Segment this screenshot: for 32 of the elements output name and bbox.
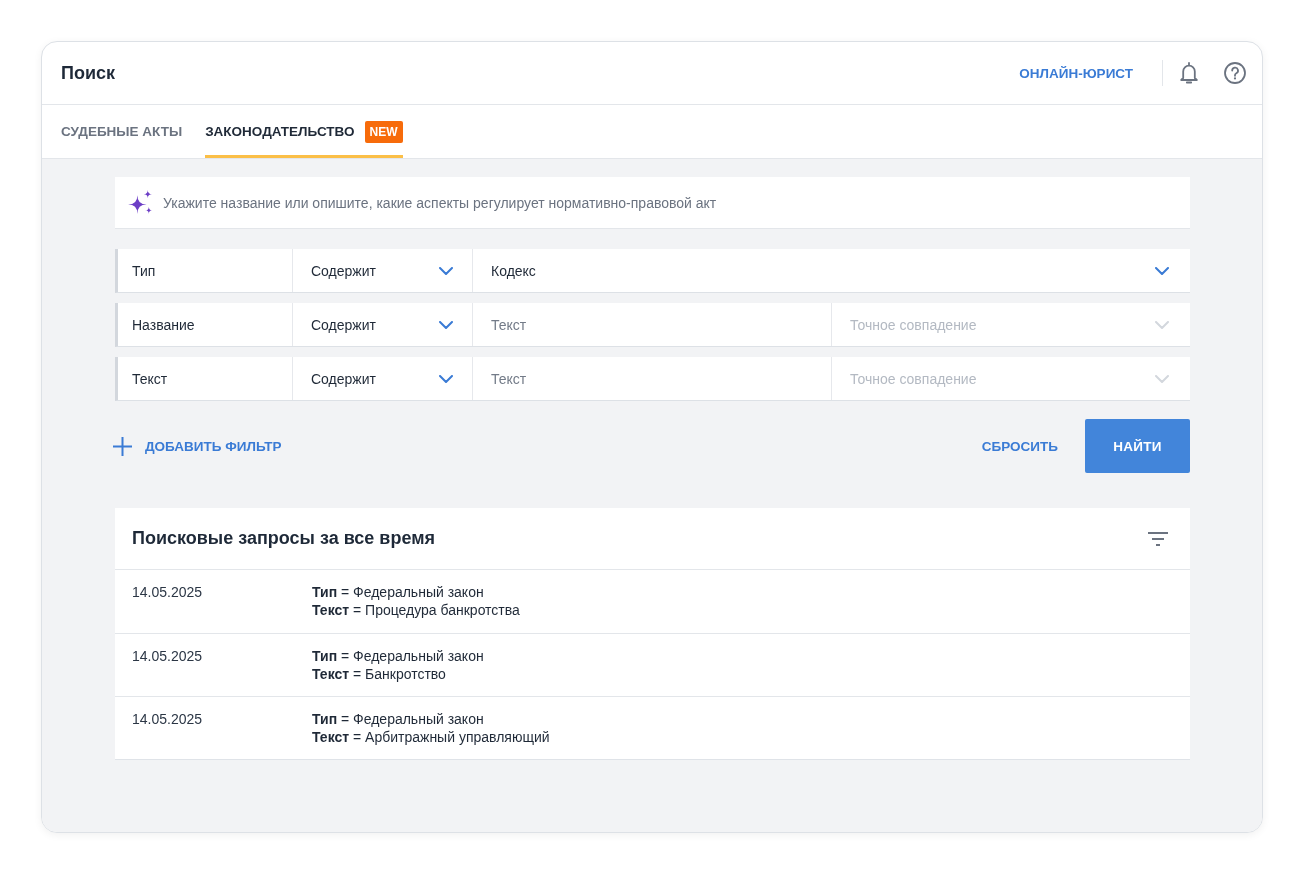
query-condition: Тип = Федеральный закон	[312, 583, 484, 601]
help-icon[interactable]	[1224, 62, 1246, 84]
query-condition: Тип = Федеральный закон	[312, 710, 484, 728]
query-date: 14.05.2025	[132, 710, 204, 729]
query-condition: Тип = Федеральный закон	[312, 647, 484, 665]
query-condition: Текст = Арбитражный управляющий	[312, 728, 550, 746]
reset-button[interactable]: СБРОСИТЬ	[981, 438, 1058, 454]
new-badge: NEW	[364, 120, 403, 143]
plus-icon	[113, 436, 132, 456]
query-date: 14.05.2025	[132, 583, 204, 602]
add-filter-button[interactable]: ДОБАВИТЬ ФИЛЬТР	[113, 436, 282, 456]
value-input[interactable]: Текст	[491, 316, 813, 333]
search-button[interactable]: НАЙТИ	[1085, 419, 1190, 473]
chevron-down-icon	[439, 374, 453, 383]
chevron-down-icon	[439, 320, 453, 329]
chevron-down-icon	[1155, 374, 1169, 383]
bell-icon[interactable]	[1180, 62, 1198, 84]
ai-search-input[interactable]: Укажите название или опишите, какие аспекты регулирует нормативно-правовой акт	[163, 194, 1190, 211]
filter-icon[interactable]	[1148, 531, 1168, 546]
sparkle-icon	[128, 190, 153, 215]
page-title: Поиск	[61, 62, 116, 84]
tab[interactable]: СУДЕБНЫЕ АКТЫ	[61, 105, 183, 158]
history-title: Поисковые запросы за все время	[132, 528, 435, 549]
chevron-down-icon	[1155, 320, 1169, 329]
query-condition: Текст = Процедура банкротства	[312, 601, 520, 619]
query-date: 14.05.2025	[132, 647, 204, 666]
online-lawyer-link[interactable]: ОНЛАЙН-ЮРИСТ	[1019, 65, 1133, 81]
ai-search-field[interactable]: Укажите название или опишите, какие аспекты регулирует нормативно-правовой акт	[115, 177, 1190, 229]
chevron-down-icon	[439, 266, 453, 275]
chevron-down-icon	[1155, 266, 1169, 275]
value-input[interactable]: Текст	[491, 370, 813, 387]
query-condition: Текст = Банкротство	[312, 665, 446, 683]
